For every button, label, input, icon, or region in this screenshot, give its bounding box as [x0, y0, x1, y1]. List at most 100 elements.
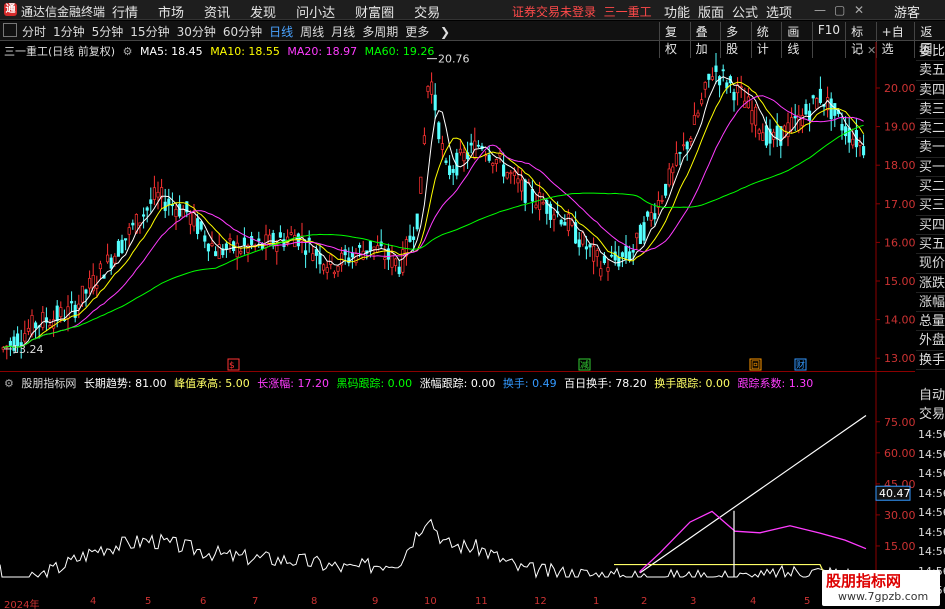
- candle-body: [242, 237, 246, 246]
- event-marker-text: 财: [796, 359, 805, 371]
- candle-body: [181, 208, 185, 218]
- minimize-icon[interactable]: —: [814, 3, 826, 17]
- menu-options[interactable]: 选项: [766, 2, 792, 21]
- candle-body: [815, 98, 819, 110]
- tab-1min[interactable]: 1分钟: [53, 23, 85, 40]
- candle-body: [685, 141, 689, 150]
- candle-body: [322, 264, 326, 271]
- candle-body: [314, 249, 318, 256]
- candle-body: [833, 103, 837, 116]
- tab-60min[interactable]: 60分钟: [223, 23, 262, 40]
- candle-body: [707, 73, 711, 80]
- date-tick: 2: [641, 596, 648, 607]
- candle-body: [448, 165, 452, 175]
- menu-formula[interactable]: 公式: [732, 2, 758, 21]
- indicator-pane[interactable]: 75.00 60.00 45.00 30.00 15.00 40.47 ⚙ 股朋指标网 长…: [0, 372, 915, 599]
- layout-toggle-icon[interactable]: [3, 23, 17, 37]
- diamond-icon[interactable]: ◇ ✕: [855, 44, 876, 57]
- candle-body: [372, 246, 376, 250]
- side-label: 总量: [916, 312, 945, 332]
- candle-body: [192, 211, 196, 227]
- candle-body: [84, 289, 88, 294]
- menu-discover[interactable]: 发现: [250, 2, 276, 21]
- menu-quotes[interactable]: 行情: [112, 2, 138, 21]
- tab-intraday[interactable]: 分时: [22, 23, 46, 40]
- tab-more[interactable]: 更多 ❯: [405, 23, 450, 40]
- auto-label[interactable]: 自动: [916, 384, 945, 403]
- restore-icon[interactable]: ▢: [834, 3, 845, 17]
- side-label: 委比: [916, 42, 945, 62]
- menu-layout[interactable]: 版面: [698, 2, 724, 21]
- candle-body: [851, 138, 855, 146]
- candle-body: [757, 129, 761, 134]
- trade-label[interactable]: 交易: [916, 403, 945, 422]
- menu-ask[interactable]: 问小达: [296, 2, 335, 21]
- period-bar: 分时 1分钟 5分钟 15分钟 30分钟 60分钟 日线 周线 月线 多周期 更…: [0, 21, 945, 58]
- time-item: 14:56: [918, 447, 945, 461]
- ma5-label: MA5: 18.45: [139, 45, 203, 58]
- candle-body: [721, 69, 725, 72]
- candle-body: [487, 154, 491, 161]
- tab-5min[interactable]: 5分钟: [92, 23, 124, 40]
- menu-function[interactable]: 功能: [664, 2, 690, 21]
- settings-icon[interactable]: ⚙: [123, 45, 133, 58]
- menu-market[interactable]: 市场: [158, 2, 184, 21]
- candle-body: [667, 168, 671, 186]
- ma10-label: MA10: 18.55: [210, 45, 280, 58]
- candle-body: [80, 285, 84, 303]
- side-label: 买二: [916, 177, 945, 197]
- menu-news[interactable]: 资讯: [204, 2, 230, 21]
- candle-body: [491, 162, 495, 166]
- tab-monthly[interactable]: 月线: [331, 23, 355, 40]
- y-tick-label: 20.00: [884, 82, 915, 95]
- candle-body: [469, 142, 473, 146]
- tab-multi-period[interactable]: 多周期: [362, 23, 398, 40]
- menu-wealth[interactable]: 财富圈: [355, 2, 394, 21]
- candle-body: [368, 241, 372, 252]
- candle-body: [311, 253, 315, 261]
- candle-body: [210, 243, 214, 247]
- candle-body: [516, 178, 520, 184]
- candle-body: [397, 266, 401, 275]
- tab-daily[interactable]: 日线: [269, 23, 293, 40]
- candle-body: [235, 242, 239, 258]
- magenta-indicator-line: [639, 510, 867, 573]
- y-tick-label: 16.00: [884, 236, 915, 249]
- candle-body: [638, 224, 642, 245]
- price-chart-pane[interactable]: 20.00 19.00 18.00 17.00 16.00 15.00 14.00 13.00…: [0, 42, 915, 372]
- candlestick-chart[interactable]: 20.00 19.00 18.00 17.00 16.00 15.00 14.00 13.00…: [0, 42, 915, 372]
- tab-30min[interactable]: 30分钟: [177, 23, 216, 40]
- candle-body: [23, 333, 27, 342]
- tab-15min[interactable]: 15分钟: [130, 23, 169, 40]
- candle-body: [692, 115, 696, 125]
- side-label: 卖四: [916, 81, 945, 100]
- candle-body: [307, 237, 311, 241]
- side-label: 买三: [916, 196, 945, 216]
- menu-trade[interactable]: 交易: [414, 2, 440, 21]
- candle-body: [566, 213, 570, 232]
- time-item: 14:56: [918, 525, 945, 539]
- candle-body: [826, 97, 830, 111]
- watermark-title: 股朋指标网: [826, 572, 902, 590]
- candle-body: [124, 238, 128, 241]
- candle-body: [174, 208, 178, 218]
- candle-body: [149, 199, 153, 204]
- guest-button[interactable]: 游客: [894, 2, 920, 21]
- candle-body: [649, 212, 653, 221]
- candle-body: [613, 251, 617, 261]
- candle-body: [224, 243, 228, 250]
- candle-body: [502, 164, 506, 177]
- close-icon[interactable]: ✕: [854, 3, 864, 17]
- tab-weekly[interactable]: 周线: [300, 23, 324, 40]
- settings-icon[interactable]: ⚙: [4, 377, 14, 390]
- period-tabs: 分时 1分钟 5分钟 15分钟 30分钟 60分钟 日线 周线 月线 多周期 更…: [22, 23, 457, 40]
- candle-body: [718, 76, 722, 86]
- candle-body: [577, 239, 581, 248]
- high-price-label: 20.76: [438, 53, 470, 66]
- side-label: 卖三: [916, 100, 945, 120]
- side-label: 涨跌: [916, 274, 945, 293]
- candle-body: [610, 254, 614, 257]
- indicator-chart[interactable]: 75.0060.0045.0030.0015.0040.47: [0, 372, 915, 599]
- candle-body: [358, 245, 362, 248]
- login-status[interactable]: 证券交易未登录 三一重工: [512, 3, 652, 20]
